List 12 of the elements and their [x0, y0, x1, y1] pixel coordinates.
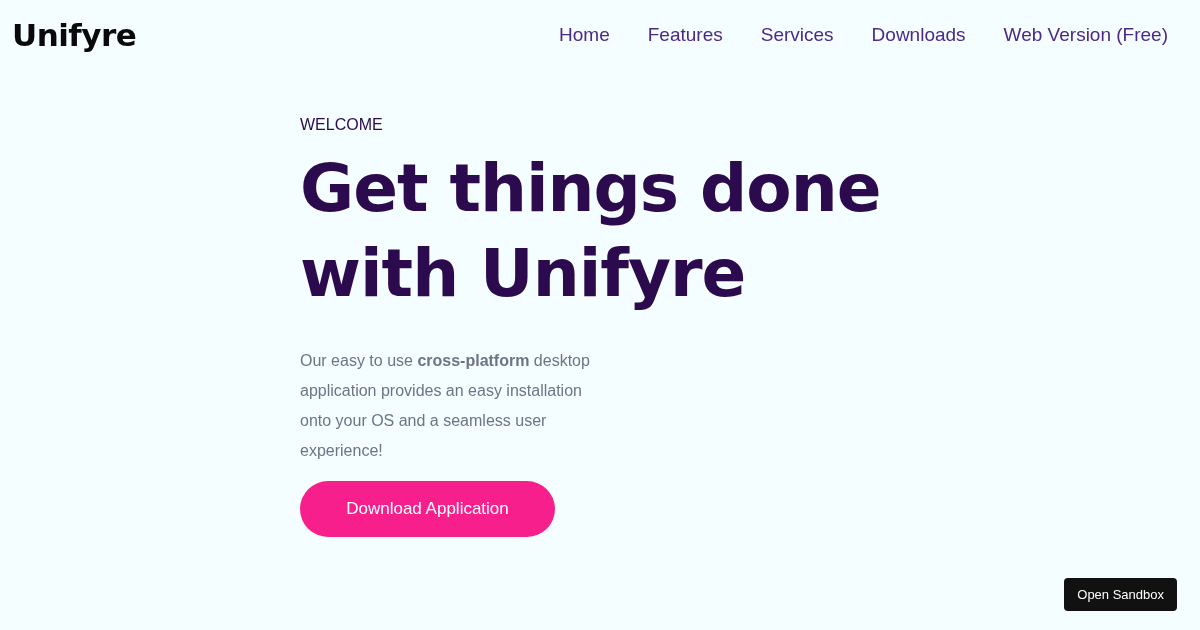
open-sandbox-button[interactable]: Open Sandbox [1064, 578, 1177, 611]
hero-title: with Unifyre [300, 234, 747, 314]
nav-link[interactable]: Home [559, 24, 610, 46]
nav-link[interactable]: Services [760, 24, 834, 46]
logo[interactable]: Unifyre [12, 17, 137, 53]
eyebrow-text: WELCOME [300, 116, 383, 134]
hero-description: Our easy to use cross-platform desktop application provides an easy installation onto your OS and a seamless user experience! [300, 351, 591, 461]
hero-title: Get things done [300, 149, 881, 229]
nav-link[interactable]: Downloads [871, 24, 966, 46]
download-button[interactable]: Download Application [300, 481, 555, 537]
nav-link[interactable]: Features [647, 24, 723, 46]
nav-link[interactable]: Web Version (Free) [1003, 24, 1168, 46]
